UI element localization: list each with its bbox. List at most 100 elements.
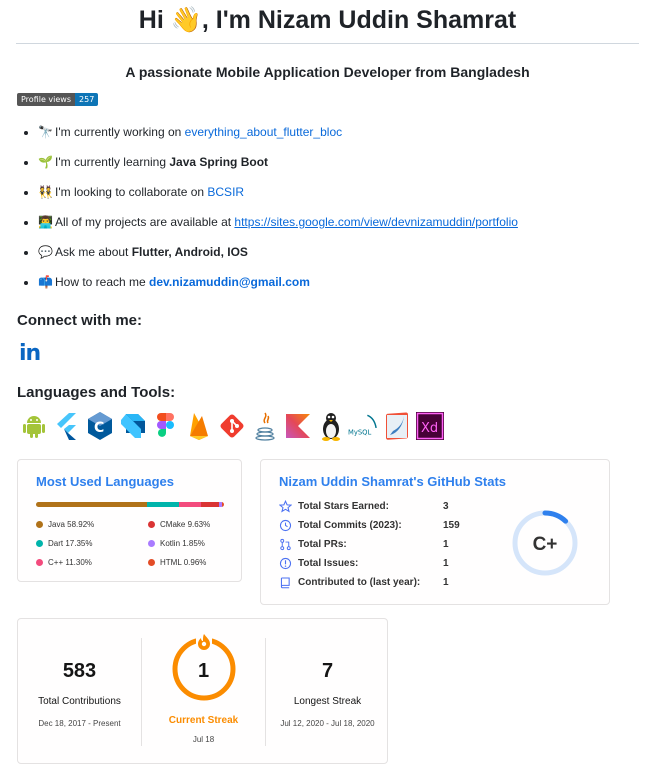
language-legend-label: HTML 0.96% bbox=[160, 558, 207, 567]
technologist-icon: 👨‍💻 bbox=[38, 215, 53, 229]
current-streak-section: 1 Current Streak Jul 18 bbox=[142, 619, 265, 763]
tools-icon-row: C MySQL Xd bbox=[18, 410, 445, 442]
language-color-dot bbox=[148, 540, 155, 547]
current-streak-label: Current Streak bbox=[168, 715, 239, 726]
mysql-wordmark: MySQL bbox=[348, 429, 371, 437]
bullet-text: How to reach me bbox=[55, 275, 150, 289]
xd-icon[interactable]: Xd bbox=[414, 410, 445, 442]
stat-value: 159 bbox=[443, 519, 460, 531]
language-bar-segment bbox=[222, 502, 224, 507]
list-item: 👯 I'm looking to collaborate on BCSIR bbox=[20, 184, 640, 214]
language-legend-item: Dart 17.35% bbox=[36, 539, 92, 548]
stat-row-commits: Total Commits (2023): 159 bbox=[279, 517, 460, 533]
speech-bubble-icon: 💬 bbox=[38, 245, 53, 259]
stat-label: Total PRs: bbox=[298, 538, 347, 550]
connect-heading: Connect with me: bbox=[17, 312, 143, 329]
stat-value: 3 bbox=[443, 500, 449, 512]
stat-value: 1 bbox=[443, 576, 449, 588]
git-icon[interactable] bbox=[216, 410, 247, 442]
rank-ring: C+ bbox=[512, 510, 578, 576]
language-legend-label: Java 58.92% bbox=[48, 520, 95, 529]
flutter-icon[interactable] bbox=[51, 410, 82, 442]
figma-icon[interactable] bbox=[150, 410, 181, 442]
list-item: 🔭 I'm currently working on everything_abo… bbox=[20, 124, 640, 154]
mysql-icon[interactable]: MySQL bbox=[348, 410, 379, 442]
languages-card[interactable]: Most Used Languages Java 58.92% CMake 9.6… bbox=[17, 459, 242, 582]
stat-value: 1 bbox=[443, 557, 449, 569]
current-streak-value: 1 bbox=[197, 660, 210, 682]
language-legend-item: CMake 9.63% bbox=[148, 520, 210, 529]
stat-label: Total Stars Earned: bbox=[298, 500, 389, 512]
ask-topics: Flutter, Android, IOS bbox=[131, 245, 248, 259]
bullet-text: I'm currently working on bbox=[55, 125, 185, 139]
language-bar-segment bbox=[36, 502, 147, 507]
java-icon[interactable] bbox=[249, 410, 280, 442]
current-streak-range: Jul 18 bbox=[192, 735, 215, 744]
bullet-text: Ask me about bbox=[55, 245, 132, 259]
languages-progress-bar bbox=[36, 502, 224, 507]
project-link[interactable]: everything_about_flutter_bloc bbox=[185, 125, 342, 139]
longest-streak-section: 7 Longest Streak Jul 12, 2020 - Jul 18, … bbox=[266, 619, 389, 763]
cpp-letter: C bbox=[94, 420, 104, 436]
streak-card[interactable]: 583 Total Contributions Dec 18, 2017 - P… bbox=[17, 618, 388, 764]
page-title: Hi 👋, I'm Nizam Uddin Shamrat bbox=[138, 6, 517, 34]
profile-views-badge[interactable]: Profile views 257 bbox=[17, 93, 99, 106]
history-icon bbox=[279, 519, 292, 531]
badge-count: 257 bbox=[75, 93, 99, 106]
stat-label: Contributed to (last year): bbox=[298, 576, 421, 588]
language-color-dot bbox=[148, 521, 155, 528]
linkedin-icon[interactable]: in bbox=[19, 343, 45, 365]
page-subtitle: A passionate Mobile Application Develope… bbox=[125, 64, 530, 80]
seedling-icon: 🌱 bbox=[38, 155, 53, 169]
list-item: 📫 How to reach me dev.nizamuddin@gmail.co… bbox=[20, 274, 640, 304]
issue-icon bbox=[279, 557, 292, 569]
email-link[interactable]: dev.nizamuddin@gmail.com bbox=[149, 275, 310, 289]
language-color-dot bbox=[36, 559, 43, 566]
total-contributions-section: 583 Total Contributions Dec 18, 2017 - P… bbox=[18, 619, 141, 763]
about-list: 🔭 I'm currently working on everything_abo… bbox=[20, 124, 640, 304]
stat-row-issues: Total Issues: 1 bbox=[279, 555, 449, 571]
stats-card-title: Nizam Uddin Shamrat's GitHub Stats bbox=[279, 474, 507, 489]
language-legend-item: HTML 0.96% bbox=[148, 558, 206, 567]
language-legend-item: Java 58.92% bbox=[36, 520, 94, 529]
longest-streak-label: Longest Streak bbox=[293, 696, 362, 707]
list-item: 💬 Ask me about Flutter, Android, IOS bbox=[20, 244, 640, 274]
mailbox-icon: 📫 bbox=[38, 275, 53, 289]
language-legend-item: C++ 11.30% bbox=[36, 558, 92, 567]
language-legend-label: Kotlin 1.85% bbox=[160, 539, 205, 548]
bullet-text: All of my projects are available at bbox=[55, 215, 235, 229]
stat-value: 1 bbox=[443, 538, 449, 550]
cplusplus-icon[interactable]: C bbox=[84, 410, 115, 442]
language-legend-label: C++ 11.30% bbox=[48, 558, 92, 567]
language-legend-label: CMake 9.63% bbox=[160, 520, 211, 529]
stat-label: Total Issues: bbox=[298, 557, 359, 569]
total-contributions-range: Dec 18, 2017 - Present bbox=[38, 719, 121, 728]
linux-icon[interactable] bbox=[315, 410, 346, 442]
languages-card-title: Most Used Languages bbox=[36, 474, 174, 489]
portfolio-link[interactable]: https://sites.google.com/view/devnizamud… bbox=[234, 215, 517, 229]
list-item: 🌱 I'm currently learning Java Spring Boot bbox=[20, 154, 640, 184]
dart-icon[interactable] bbox=[117, 410, 148, 442]
kotlin-icon[interactable] bbox=[282, 410, 313, 442]
total-contributions-label: Total Contributions bbox=[38, 696, 121, 707]
swift-icon[interactable] bbox=[381, 410, 412, 442]
github-stats-card[interactable]: Nizam Uddin Shamrat's GitHub Stats Total… bbox=[260, 459, 610, 605]
android-icon[interactable] bbox=[18, 410, 49, 442]
bullet-text: I'm looking to collaborate on bbox=[55, 185, 208, 199]
stat-row-prs: Total PRs: 1 bbox=[279, 536, 449, 552]
language-bar-segment bbox=[146, 502, 180, 507]
firebase-icon[interactable] bbox=[183, 410, 214, 442]
pull-request-icon bbox=[280, 538, 291, 550]
learning-topic: Java Spring Boot bbox=[169, 155, 269, 169]
repo-icon bbox=[280, 577, 290, 588]
badge-label: Profile views bbox=[17, 93, 76, 106]
language-color-dot bbox=[36, 540, 43, 547]
xd-letters: Xd bbox=[421, 421, 438, 436]
stat-label: Total Commits (2023): bbox=[298, 519, 402, 531]
collaborate-link[interactable]: BCSIR bbox=[207, 185, 244, 199]
title-divider bbox=[16, 43, 639, 44]
star-icon bbox=[279, 499, 292, 512]
language-bar-segment bbox=[200, 502, 219, 507]
language-color-dot bbox=[148, 559, 155, 566]
rank-grade: C+ bbox=[533, 534, 558, 555]
